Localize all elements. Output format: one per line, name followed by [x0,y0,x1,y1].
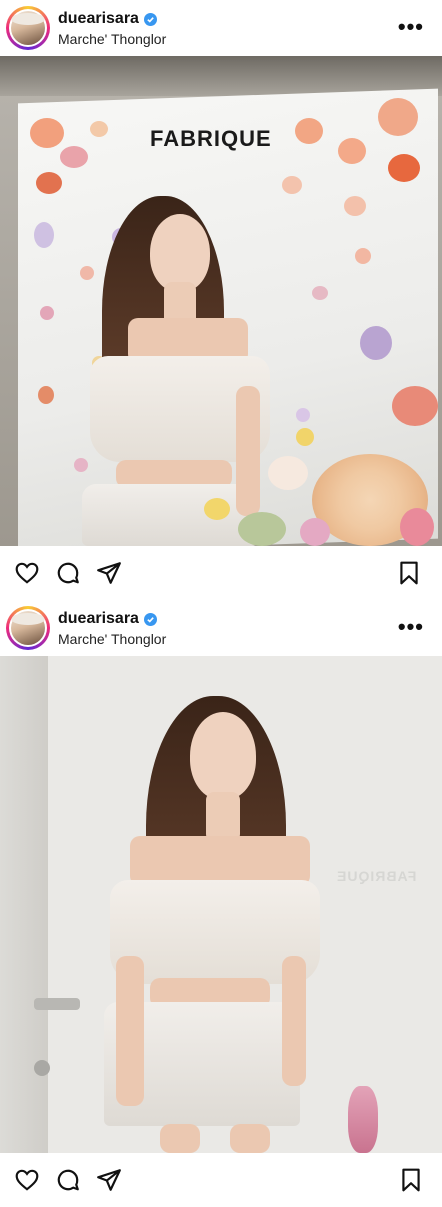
shoulders [130,836,310,886]
flower-decoration [204,498,230,520]
flower-decoration [348,1086,378,1153]
flower-decoration [295,118,323,144]
door-lock [34,1060,50,1076]
location-link[interactable]: Marche' Thonglor [58,31,166,47]
neck [206,792,240,842]
flower-decoration [388,154,420,182]
flower-decoration [344,196,366,216]
verified-badge-icon [143,12,157,26]
arm [236,386,260,516]
flower-decoration [60,146,88,168]
door [0,656,48,1153]
flower-decoration [80,266,94,280]
post-2: duearisara Marche' Thonglor ••• FABRIQUE [0,600,442,1207]
greenery [238,512,286,546]
skirt [82,484,258,546]
flower-decoration [296,428,314,446]
flower-decoration [312,286,328,300]
flower-decoration [282,176,302,194]
flower-decoration [90,121,108,137]
comment-icon[interactable] [55,1167,81,1193]
more-options-icon[interactable]: ••• [398,14,424,40]
avatar[interactable] [6,606,50,650]
flower-decoration [34,222,54,248]
bookmark-icon[interactable] [398,1167,424,1193]
brand-sign: FABRIQUE [150,126,272,151]
flower-decoration [355,248,371,264]
door-handle [34,998,80,1010]
heart-icon[interactable] [14,1167,40,1193]
more-options-icon[interactable]: ••• [398,614,424,640]
wall-logo: FABRIQUE [336,868,417,884]
flower-decoration [38,386,54,404]
comment-icon[interactable] [55,560,81,586]
arm [282,956,306,1086]
send-icon[interactable] [96,1167,122,1193]
post-photo[interactable]: FABRIQUE [0,656,442,1153]
flower-decoration [338,138,366,164]
post-photo[interactable]: FABRIQUE [0,56,442,546]
verified-badge-icon [143,612,157,626]
face [190,712,256,800]
username[interactable]: duearisara [58,10,139,28]
flower-decoration [360,326,392,360]
post-1: duearisara Marche' Thonglor ••• FABRIQUE [0,0,442,600]
flower-decoration [36,172,62,194]
send-icon[interactable] [96,560,122,586]
bookmark-icon[interactable] [396,560,422,586]
flower-decoration [392,386,438,426]
leg [230,1124,270,1153]
flower-decoration [296,408,310,422]
face [150,214,210,292]
flower-decoration [268,456,308,490]
username-row: duearisara [58,10,157,28]
flower-decoration [74,458,88,472]
flower-decoration [300,518,330,546]
flower-decoration [40,306,54,320]
username-row: duearisara [58,610,157,628]
post-header: duearisara Marche' Thonglor ••• [0,600,442,656]
arm [116,956,144,1106]
flower-decoration [30,118,64,148]
flower-decoration [400,508,434,546]
location-link[interactable]: Marche' Thonglor [58,631,166,647]
post-actions [0,546,442,600]
leg [160,1124,200,1153]
avatar[interactable] [6,6,50,50]
username[interactable]: duearisara [58,610,139,628]
post-header: duearisara Marche' Thonglor ••• [0,0,442,56]
heart-icon[interactable] [14,560,40,586]
post-actions [0,1153,442,1207]
flower-decoration [378,98,418,136]
